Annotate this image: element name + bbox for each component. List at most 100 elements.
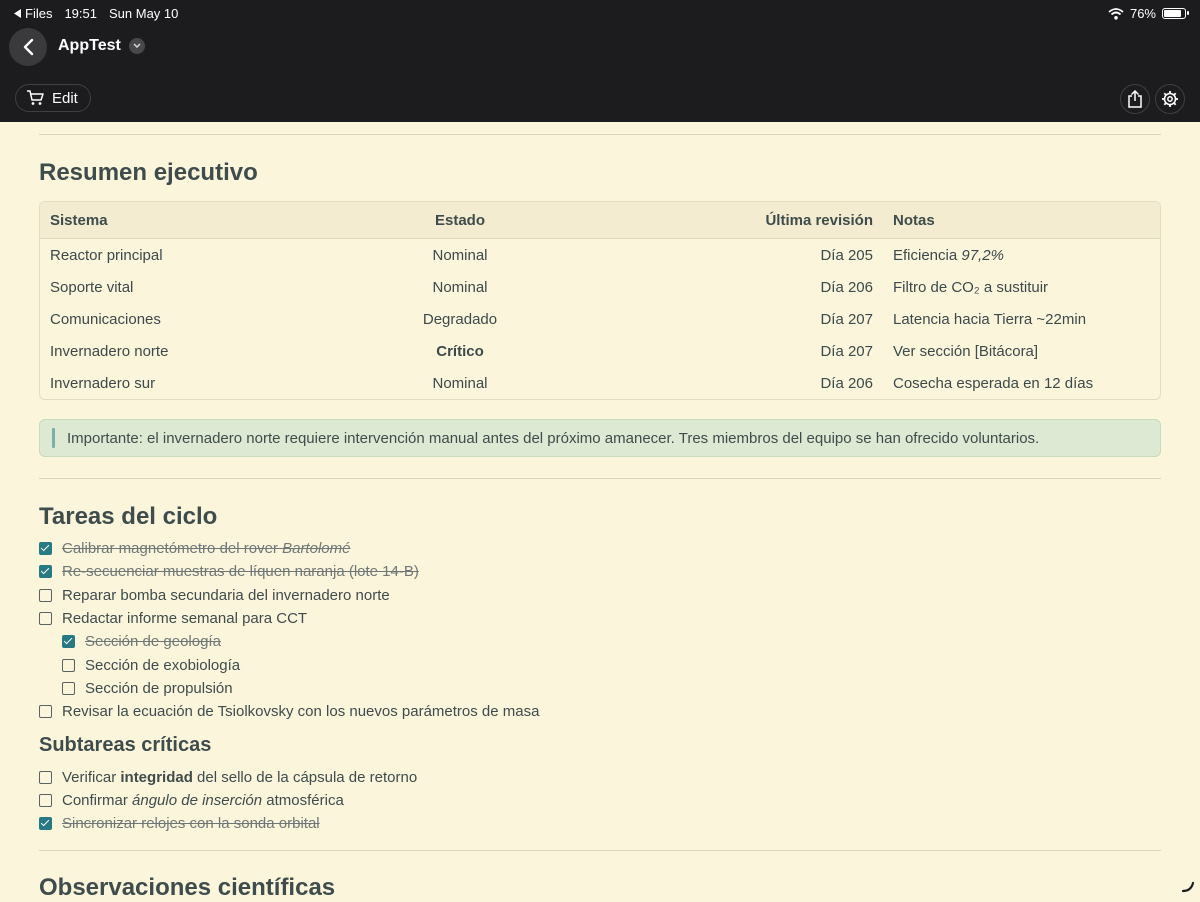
notas-emphasis: 97,2% [961, 246, 1004, 264]
back-button[interactable] [9, 28, 47, 66]
task-item: Confirmar ángulo de inserción atmosféric… [39, 789, 1161, 812]
task-label: Re-secuenciar muestras de líquen naranja… [62, 563, 419, 581]
chevron-down-icon [128, 38, 145, 54]
task-label: Sincronizar relojes con la sonda orbital [62, 815, 320, 833]
column-header: Sistema [50, 211, 108, 229]
status-bar: Files 19:51 Sun May 10 76% [14, 6, 1189, 24]
task-checkbox[interactable] [39, 542, 52, 556]
status-date: Sun May 10 [109, 6, 179, 21]
task-item: Revisar la ecuación de Tsiolkovsky con l… [39, 700, 1161, 723]
task-checkbox[interactable] [62, 635, 75, 649]
task-checkbox[interactable] [39, 705, 52, 719]
task-checkbox[interactable] [39, 817, 52, 831]
cell-notas: Latencia hacia Tierra ~22min [893, 310, 1087, 328]
task-text: del sello de la cápsula de retorno [192, 768, 418, 786]
task-item: Sincronizar relojes con la sonda orbital [39, 812, 1161, 835]
task-emphasis: ángulo de inserción [132, 791, 263, 809]
loading-spinner-icon [1181, 881, 1195, 893]
task-text: Calibrar magnetómetro del rover [62, 540, 283, 558]
task-item: Re-secuenciar muestras de líquen naranja… [39, 560, 1161, 583]
table-row: Soporte vital Nominal Día 206 Filtro de … [40, 271, 1160, 303]
cell-sistema: Invernadero sur [50, 374, 156, 392]
app-title: AppTest [58, 37, 121, 54]
back-app-label: Files [25, 6, 53, 21]
cell-estado: Degradado [422, 310, 498, 328]
task-checkbox[interactable] [39, 793, 52, 807]
systems-table: Sistema Estado Última revisión Notas Rea… [39, 201, 1161, 400]
task-checkbox[interactable] [39, 588, 52, 602]
cell-revision: Día 207 [820, 342, 873, 360]
gear-icon [1162, 91, 1178, 107]
subtask-list: Verificar integridad del sello de la cáp… [39, 765, 1161, 835]
task-item: Reparar bomba secundaria del invernadero… [39, 584, 1161, 607]
subtasks-heading: Subtareas críticas [39, 734, 212, 757]
cell-estado: Nominal [432, 278, 488, 296]
cell-sistema: Comunicaciones [50, 310, 161, 328]
cart-icon [27, 90, 44, 105]
task-checkbox[interactable] [39, 565, 52, 579]
subtask-item: Sección de geología [39, 630, 1161, 653]
task-checkbox[interactable] [62, 681, 75, 695]
cell-sistema: Invernadero norte [50, 342, 169, 360]
edit-button[interactable]: Edit [15, 84, 91, 112]
top-bar: Files 19:51 Sun May 10 76% AppTest Edit [0, 0, 1200, 122]
task-checkbox[interactable] [39, 612, 52, 626]
settings-button[interactable] [1155, 84, 1185, 114]
cell-notas: Eficiencia 97,2% [873, 247, 1004, 264]
task-emphasis: Bartolomé [282, 540, 351, 558]
table-header: Sistema Estado Última revisión Notas [40, 202, 1160, 239]
cell-notas: Cosecha esperada en 12 días [893, 374, 1094, 392]
cell-estado: Nominal [432, 374, 488, 392]
subtask-item: Sección de exobiología [39, 653, 1161, 676]
table-row: Invernadero sur Nominal Día 206 Cosecha … [40, 367, 1160, 399]
wifi-icon [1108, 7, 1124, 20]
edit-label: Edit [52, 89, 78, 107]
column-header: Última revisión [765, 211, 873, 229]
share-icon [1128, 90, 1142, 108]
callout-accent-bar [52, 428, 55, 448]
cell-revision: Día 206 [820, 278, 873, 296]
task-strong: integridad [120, 768, 193, 786]
task-label: Sección de exobiología [85, 656, 241, 674]
task-label: Sección de geología [85, 633, 221, 651]
task-item: Verificar integridad del sello de la cáp… [39, 765, 1161, 788]
column-header: Estado [434, 211, 485, 229]
cell-revision: Día 206 [820, 374, 873, 392]
task-item: Redactar informe semanal para CCT [39, 607, 1161, 630]
back-to-app-link[interactable]: Files [14, 6, 52, 21]
task-checkbox[interactable] [39, 770, 52, 784]
task-label: Reparar bomba secundaria del invernadero… [62, 586, 390, 604]
task-label: Revisar la ecuación de Tsiolkovsky con l… [62, 703, 540, 721]
tasks-heading: Tareas del ciclo [39, 503, 218, 530]
task-label: Redactar informe semanal para CCT [62, 610, 308, 628]
battery-icon [1162, 8, 1189, 19]
observations-heading: Observaciones científicas [39, 874, 336, 902]
table-row: Reactor principal Nominal Día 205 Eficie… [40, 239, 1160, 271]
task-label: Calibrar magnetómetro del rover Bartolom… [62, 540, 350, 557]
important-callout: Importante: el invernadero norte requier… [39, 419, 1161, 457]
task-checkbox[interactable] [62, 658, 75, 672]
cell-sistema: Soporte vital [50, 278, 134, 296]
table-row: Comunicaciones Degradado Día 207 Latenci… [40, 303, 1160, 335]
share-button[interactable] [1120, 84, 1150, 114]
task-list: Calibrar magnetómetro del rover Bartolom… [39, 537, 1161, 723]
task-text: Confirmar [62, 791, 133, 809]
document-title-menu[interactable]: AppTest [58, 37, 145, 55]
cell-notas-link[interactable]: Ver sección [Bitácora] [873, 343, 1038, 360]
task-label: Confirmar ángulo de inserción atmosféric… [62, 792, 344, 809]
cell-notas: Filtro de CO₂ a sustituir [893, 278, 1049, 296]
callout-text: Importante: el invernadero norte requier… [67, 429, 1040, 447]
back-triangle-icon [14, 9, 21, 18]
cell-revision: Día 207 [820, 310, 873, 328]
task-label: Sección de propulsión [85, 679, 233, 697]
divider [39, 478, 1161, 479]
subtask-item: Sección de propulsión [39, 677, 1161, 700]
battery-percent: 76% [1129, 6, 1156, 21]
task-text: atmosférica [262, 791, 344, 809]
column-header: Notas [893, 211, 935, 229]
notas-text: Eficiencia [893, 246, 962, 264]
divider [39, 134, 1161, 135]
cell-estado: Nominal [432, 246, 488, 264]
task-item: Calibrar magnetómetro del rover Bartolom… [39, 537, 1161, 560]
task-text: Verificar [62, 768, 121, 786]
